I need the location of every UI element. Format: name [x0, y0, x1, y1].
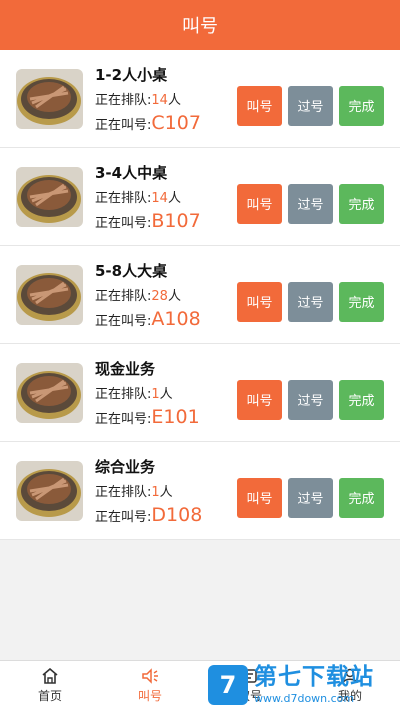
queue-thumbnail — [16, 264, 83, 325]
pass-button[interactable]: 过号 — [288, 379, 333, 420]
waiting-unit: 人 — [167, 288, 181, 304]
watermark-brand: 第七下载站 — [254, 664, 374, 690]
waiting-label: 正在排队: — [95, 92, 152, 108]
calling-label: 正在叫号: — [95, 117, 152, 133]
queue-list: 1-2人小桌 正在排队:14人 正在叫号:C107 叫号 过号 完成 3-4人中… — [0, 50, 400, 540]
queue-row: 1-2人小桌 正在排队:14人 正在叫号:C107 叫号 过号 完成 — [0, 50, 400, 148]
waiting-count: 14 — [151, 92, 168, 108]
queue-title: 1-2人小桌 — [95, 65, 168, 84]
queue-title: 3-4人中桌 — [95, 163, 168, 182]
watermark: 7 第七下载站 www.d7down.com — [208, 662, 400, 708]
queue-thumbnail — [16, 68, 83, 129]
calling-label: 正在叫号: — [95, 215, 152, 231]
calling-code: A108 — [151, 307, 201, 330]
queue-row: 3-4人中桌 正在排队:14人 正在叫号:B107 叫号 过号 完成 — [0, 148, 400, 246]
done-button[interactable]: 完成 — [339, 379, 384, 420]
watermark-url: www.d7down.com — [254, 692, 355, 705]
waiting-unit: 人 — [159, 386, 173, 402]
queue-title: 综合业务 — [95, 457, 156, 476]
waiting-count: 1 — [151, 386, 160, 402]
waiting-label: 正在排队: — [95, 190, 152, 206]
page-title: 叫号 — [182, 16, 218, 37]
waiting-unit: 人 — [159, 484, 173, 500]
queue-row: 综合业务 正在排队:1人 正在叫号:D108 叫号 过号 完成 — [0, 442, 400, 540]
done-button[interactable]: 完成 — [339, 85, 384, 126]
watermark-logo-icon: 7 — [208, 665, 248, 705]
queue-row: 5-8人大桌 正在排队:28人 正在叫号:A108 叫号 过号 完成 — [0, 246, 400, 344]
waiting-label: 正在排队: — [95, 386, 152, 402]
done-button[interactable]: 完成 — [339, 183, 384, 224]
queue-thumbnail — [16, 166, 83, 227]
tab-label: 首页 — [37, 689, 62, 703]
done-button[interactable]: 完成 — [339, 477, 384, 518]
calling-code: D108 — [151, 503, 203, 526]
calling-label: 正在叫号: — [95, 313, 152, 329]
queue-title: 5-8人大桌 — [95, 261, 168, 280]
pass-button[interactable]: 过号 — [288, 183, 333, 224]
app-header: 叫号 — [0, 0, 400, 50]
home-icon — [42, 668, 58, 684]
queue-thumbnail — [16, 362, 83, 423]
waiting-count: 1 — [151, 484, 160, 500]
pass-button[interactable]: 过号 — [288, 281, 333, 322]
calling-code: B107 — [151, 209, 201, 232]
waiting-label: 正在排队: — [95, 288, 152, 304]
waiting-unit: 人 — [167, 92, 181, 108]
waiting-unit: 人 — [167, 190, 181, 206]
speaker-icon — [142, 668, 158, 684]
waiting-label: 正在排队: — [95, 484, 152, 500]
call-button[interactable]: 叫号 — [237, 183, 282, 224]
calling-code: E101 — [151, 405, 200, 428]
calling-code: C107 — [151, 111, 201, 134]
queue-thumbnail — [16, 460, 83, 521]
waiting-count: 14 — [151, 190, 168, 206]
calling-label: 正在叫号: — [95, 411, 152, 427]
pass-button[interactable]: 过号 — [288, 85, 333, 126]
queue-row: 现金业务 正在排队:1人 正在叫号:E101 叫号 过号 完成 — [0, 344, 400, 442]
call-button[interactable]: 叫号 — [237, 85, 282, 126]
waiting-count: 28 — [151, 288, 168, 304]
call-button[interactable]: 叫号 — [237, 477, 282, 518]
call-button[interactable]: 叫号 — [237, 281, 282, 322]
calling-label: 正在叫号: — [95, 509, 152, 525]
pass-button[interactable]: 过号 — [288, 477, 333, 518]
done-button[interactable]: 完成 — [339, 281, 384, 322]
tab-call[interactable]: 叫号 — [100, 661, 200, 711]
call-button[interactable]: 叫号 — [237, 379, 282, 420]
tab-home[interactable]: 首页 — [0, 661, 100, 711]
queue-title: 现金业务 — [95, 359, 156, 378]
tab-label: 叫号 — [137, 689, 162, 703]
